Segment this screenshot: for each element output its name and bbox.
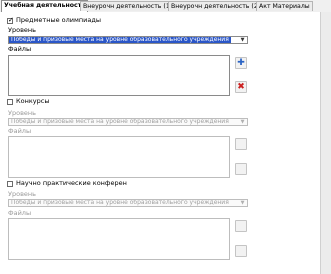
olympiads-checkbox-label: Предметные олимпиады — [16, 16, 101, 24]
conferences-checkbox-label: Научно практические конферен — [16, 179, 127, 187]
contests-delete-file-button[interactable] — [235, 163, 247, 175]
olympiads-level-label: Уровень — [8, 26, 36, 34]
conferences-level-select[interactable]: Победы и призовые места на уровне образо… — [8, 199, 248, 207]
conferences-checkbox[interactable] — [7, 181, 13, 187]
contests-checkbox[interactable] — [7, 99, 13, 105]
contests-checkbox-label: Конкурсы — [16, 97, 50, 105]
conferences-add-file-button[interactable] — [235, 220, 247, 232]
olympiads-delete-file-button[interactable]: ✖ — [235, 81, 247, 93]
contests-level-label: Уровень — [8, 109, 36, 117]
tab-akt-materialy[interactable]: Акт Материалы — [256, 1, 313, 11]
contests-files-label: Файлы — [8, 127, 32, 135]
conferences-delete-file-button[interactable] — [235, 245, 247, 257]
scroll-strip — [320, 12, 331, 274]
olympiads-level-select[interactable]: Победы и призовые места на уровне образо… — [8, 36, 248, 44]
x-icon: ✖ — [237, 82, 245, 92]
contests-add-file-button[interactable] — [235, 138, 247, 150]
olympiads-add-file-button[interactable]: ✚ — [235, 57, 247, 69]
conferences-level-label: Уровень — [8, 190, 36, 198]
conferences-files-list[interactable] — [8, 218, 230, 260]
plus-icon: ✚ — [237, 58, 245, 68]
contests-level-value: Победы и призовые места на уровне образо… — [11, 118, 229, 125]
contests-level-select[interactable]: Победы и призовые места на уровне образо… — [8, 118, 248, 126]
tab-vneurochn-2[interactable]: Внеурочн деятельность (2) — [168, 1, 264, 11]
olympiads-checkbox[interactable]: ✓ — [7, 16, 14, 24]
chevron-down-icon[interactable]: ▼ — [239, 37, 246, 43]
contests-files-list[interactable] — [8, 136, 230, 178]
tab-vneurochn-1[interactable]: Внеурочн деятельность (1) — [80, 1, 176, 11]
conferences-files-label: Файлы — [8, 209, 32, 217]
chevron-down-icon[interactable]: ▼ — [239, 119, 246, 125]
tab-content-panel: ✓ Предметные олимпиады Уровень Победы и … — [0, 12, 320, 274]
olympiads-files-list[interactable] — [8, 55, 230, 96]
olympiads-files-label: Файлы — [8, 45, 32, 53]
checkmark-icon: ✓ — [8, 16, 14, 24]
olympiads-level-value: Победы и призовые места на уровне образо… — [9, 36, 231, 43]
conferences-level-value: Победы и призовые места на уровне образо… — [11, 199, 229, 206]
chevron-down-icon[interactable]: ▼ — [239, 200, 246, 206]
